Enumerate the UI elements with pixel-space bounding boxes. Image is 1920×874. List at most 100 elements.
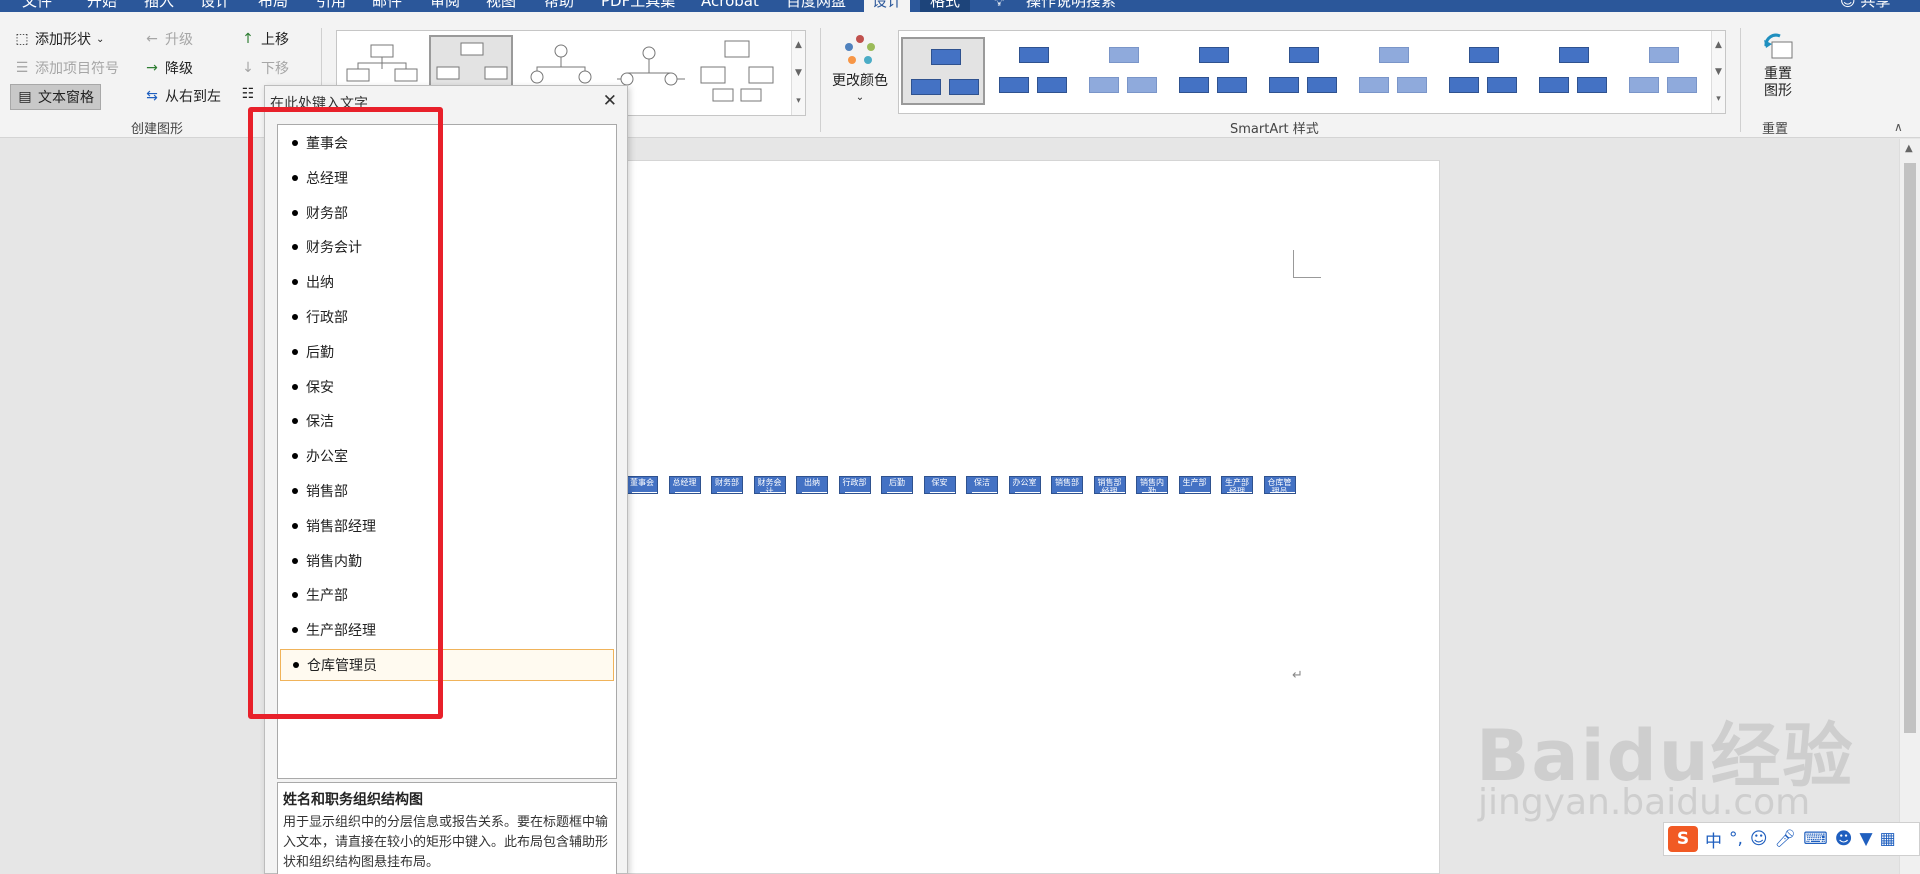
org-chart-box[interactable]: 销售内勤	[1136, 476, 1168, 494]
gallery-up-icon[interactable]: ▲	[795, 40, 802, 50]
layout-description-title: 姓名和职务组织结构图	[283, 792, 423, 808]
chevron-down-icon: ⌄	[855, 92, 865, 103]
tab-layout[interactable]: 布局	[258, 0, 288, 12]
gallery-more-icon[interactable]: ▾	[796, 96, 801, 106]
close-icon[interactable]: ✕	[603, 91, 617, 111]
skin-icon[interactable]: ▼	[1860, 829, 1873, 849]
picture-org-chart-icon	[700, 40, 774, 102]
vertical-scrollbar[interactable]: ▲	[1899, 139, 1920, 874]
org-chart-box[interactable]: 生产部	[1178, 476, 1211, 494]
add-bullet-button[interactable]: ☰ 添加项目符号	[14, 58, 119, 78]
group-divider	[820, 28, 821, 132]
tab-baidu-netdisk[interactable]: 百度网盘	[786, 0, 846, 12]
style-thumb-5[interactable]	[1261, 37, 1345, 105]
org-chart-box[interactable]: 出纳	[796, 476, 828, 494]
tab-mailings[interactable]: 邮件	[372, 0, 402, 12]
styles-gallery-scroller[interactable]: ▲ ▼ ▾	[1711, 31, 1725, 113]
chevron-down-icon: ⌄	[96, 33, 105, 45]
style-thumb-2[interactable]	[991, 37, 1075, 105]
smartart-styles-gallery: ▲ ▼ ▾	[898, 30, 1726, 114]
org-chart-box[interactable]: 总经理	[668, 476, 701, 494]
change-colors-label: 更改颜色	[832, 73, 888, 89]
tab-references[interactable]: 引用	[316, 0, 346, 12]
style-thumb-1-selected[interactable]	[901, 37, 985, 105]
style-thumb-8[interactable]	[1531, 37, 1615, 105]
add-shape-button[interactable]: ⬚ 添加形状 ⌄	[14, 29, 104, 49]
layout-hierarchy-button[interactable]: ☷	[240, 86, 256, 102]
tab-help[interactable]: 帮助	[544, 0, 574, 12]
org-chart-box[interactable]: 财务会计	[753, 476, 786, 494]
style-thumb-6[interactable]	[1351, 37, 1435, 105]
org-chart-box[interactable]: 销售部经理	[1093, 476, 1126, 494]
org-chart-box[interactable]: 销售部	[1051, 476, 1083, 494]
text-pane-button[interactable]: ▤ 文本窗格	[10, 84, 101, 110]
smartart-styles-group-label: SmartArt 样式	[1230, 122, 1319, 137]
palette-icon	[845, 35, 875, 64]
move-up-button[interactable]: ↑ 上移	[240, 29, 289, 49]
tab-insert[interactable]: 插入	[144, 0, 174, 12]
tab-file[interactable]: 文件	[22, 0, 52, 12]
promote-label: 升级	[165, 32, 193, 48]
collapse-ribbon-icon[interactable]: ∧	[1894, 120, 1903, 134]
org-chart-box[interactable]: 仓库管理员	[1263, 476, 1296, 494]
gallery-down-icon[interactable]: ▼	[1715, 67, 1722, 77]
toolbox-icon[interactable]: ▦	[1880, 829, 1896, 849]
org-chart-box[interactable]: 保洁	[966, 476, 998, 494]
share-button[interactable]: ☺ 共享	[1840, 0, 1890, 12]
right-to-left-button[interactable]: ⇆ 从右到左	[144, 86, 221, 106]
add-shape-icon: ⬚	[15, 31, 29, 47]
tab-pdf-tools[interactable]: PDF工具集	[601, 0, 675, 12]
share-label: 共享	[1860, 0, 1891, 10]
add-shape-label: 添加形状	[35, 32, 91, 48]
margin-corner-mark	[1293, 250, 1321, 278]
move-down-button[interactable]: ↓ 下移	[240, 58, 289, 78]
tab-acrobat[interactable]: Acrobat	[701, 0, 759, 12]
style-thumb-9[interactable]	[1621, 37, 1705, 105]
tab-design[interactable]: 设计	[200, 0, 230, 12]
reset-group-label: 重置	[1762, 122, 1789, 137]
layout-thumb-5[interactable]	[695, 37, 779, 107]
tab-home[interactable]: 开始	[87, 0, 117, 12]
org-chart-box[interactable]: 办公室	[1008, 476, 1041, 494]
text-pane-icon: ▤	[18, 89, 32, 105]
style-thumb-3[interactable]	[1081, 37, 1165, 105]
gallery-up-icon[interactable]: ▲	[1715, 40, 1722, 50]
group-divider	[1740, 28, 1741, 132]
org-chart-box[interactable]: 财务部	[711, 476, 743, 494]
tell-me-search[interactable]: 操作说明搜索	[1026, 0, 1116, 12]
ime-mode-toggle[interactable]: 中	[1705, 827, 1722, 852]
emoji-icon[interactable]: ☺	[1750, 829, 1768, 849]
org-chart-box[interactable]: 后勤	[881, 476, 913, 494]
org-chart-box[interactable]: 董事会	[626, 476, 658, 494]
layouts-gallery-scroller[interactable]: ▲ ▼ ▾	[791, 31, 805, 115]
demote-label: 降级	[165, 61, 193, 77]
ime-punct-toggle[interactable]: °,	[1729, 829, 1743, 849]
layout-description-body: 用于显示组织中的分层信息或报告关系。要在标题框中输入文本，请直接在较小的矩形中键…	[283, 815, 609, 870]
scrollbar-thumb[interactable]	[1904, 163, 1916, 733]
promote-button[interactable]: ← 升级	[144, 29, 193, 49]
gallery-more-icon[interactable]: ▾	[1716, 94, 1721, 104]
tab-format[interactable]: 格式	[920, 0, 971, 12]
tab-review[interactable]: 审阅	[430, 0, 460, 12]
org-chart-box[interactable]: 保安	[923, 476, 956, 494]
microphone-icon[interactable]: 🎤︎	[1775, 829, 1797, 849]
reset-graphic-button[interactable]: 重置图形	[1758, 30, 1798, 100]
move-up-label: 上移	[261, 32, 289, 48]
style-thumb-4[interactable]	[1171, 37, 1255, 105]
scroll-up-icon[interactable]: ▲	[1905, 143, 1913, 154]
tab-view[interactable]: 视图	[486, 0, 516, 12]
change-colors-button[interactable]: 更改颜色 ⌄	[832, 32, 888, 103]
ime-toolbar[interactable]: S 中 °, ☺ 🎤︎ ⌨ ☻ ▼ ▦	[1663, 822, 1920, 856]
org-chart-box[interactable]: 生产部经理	[1221, 476, 1253, 494]
style-thumb-7[interactable]	[1441, 37, 1525, 105]
create-graphic-group-label: 创建图形	[131, 122, 184, 137]
tab-smartart-design[interactable]: 设计	[864, 0, 911, 12]
user-icon[interactable]: ☻	[1835, 829, 1853, 849]
sogou-logo-icon: S	[1668, 826, 1698, 852]
arrow-right-icon: →	[146, 60, 158, 76]
gallery-down-icon[interactable]: ▼	[795, 68, 802, 78]
arrow-left-icon: ←	[146, 31, 158, 47]
demote-button[interactable]: → 降级	[144, 58, 193, 78]
keyboard-icon[interactable]: ⌨	[1803, 829, 1828, 849]
org-chart-box[interactable]: 行政部	[838, 476, 871, 494]
